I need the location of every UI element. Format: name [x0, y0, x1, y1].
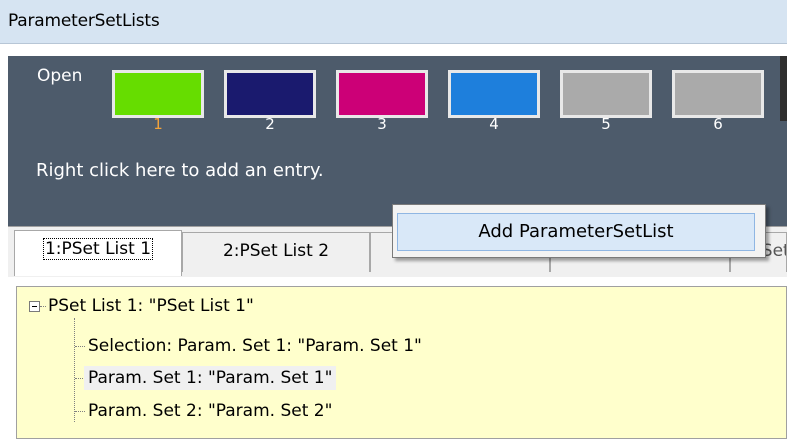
- tab-pset-list-1[interactable]: 1:PSet List 1: [14, 230, 182, 276]
- color-swatch-4[interactable]: [448, 70, 540, 118]
- tab-label: 2:PSet List 2: [222, 241, 330, 261]
- color-swatch-6[interactable]: [672, 70, 764, 118]
- window-title: ParameterSetLists: [8, 11, 160, 31]
- swatch-number-1: 1: [153, 115, 163, 133]
- tab-pset-list-2[interactable]: 2:PSet List 2: [182, 232, 370, 272]
- swatch-number-5: 5: [601, 115, 611, 133]
- title-bar: ParameterSetLists: [0, 0, 787, 44]
- context-menu: Add ParameterSetList: [392, 204, 766, 258]
- tree-connector: [40, 306, 46, 307]
- tree-connector: [75, 346, 85, 347]
- swatch-number-3: 3: [377, 115, 387, 133]
- swatch-number-2: 2: [265, 115, 275, 133]
- color-swatch-5[interactable]: [560, 70, 652, 118]
- swatch-number-6: 6: [713, 115, 723, 133]
- panel-edge: [780, 56, 787, 121]
- add-entry-hint: Right click here to add an entry.: [36, 160, 324, 181]
- tree-node-param-set-2[interactable]: Param. Set 2: "Param. Set 2": [88, 401, 332, 421]
- color-swatch-3[interactable]: [336, 70, 428, 118]
- parameter-set-lists-window: ParameterSetLists Open 1 2 3 4 5 6 Right…: [0, 0, 787, 439]
- color-swatch-1[interactable]: [112, 70, 204, 118]
- tree-node-selection[interactable]: Selection: Param. Set 1: "Param. Set 1": [88, 336, 422, 356]
- tree-node-root[interactable]: PSet List 1: "PSet List 1": [48, 296, 254, 316]
- tree-connector: [75, 411, 85, 412]
- add-parameter-set-list-menu-item[interactable]: Add ParameterSetList: [397, 213, 755, 251]
- open-label: Open: [37, 66, 83, 86]
- tab-label: 1:PSet List 1: [42, 238, 154, 260]
- tree-connector: [74, 318, 75, 422]
- collapse-icon[interactable]: [29, 301, 40, 312]
- tree-node-param-set-1[interactable]: Param. Set 1: "Param. Set 1": [84, 366, 337, 390]
- swatch-number-4: 4: [489, 115, 499, 133]
- color-swatch-2[interactable]: [224, 70, 316, 118]
